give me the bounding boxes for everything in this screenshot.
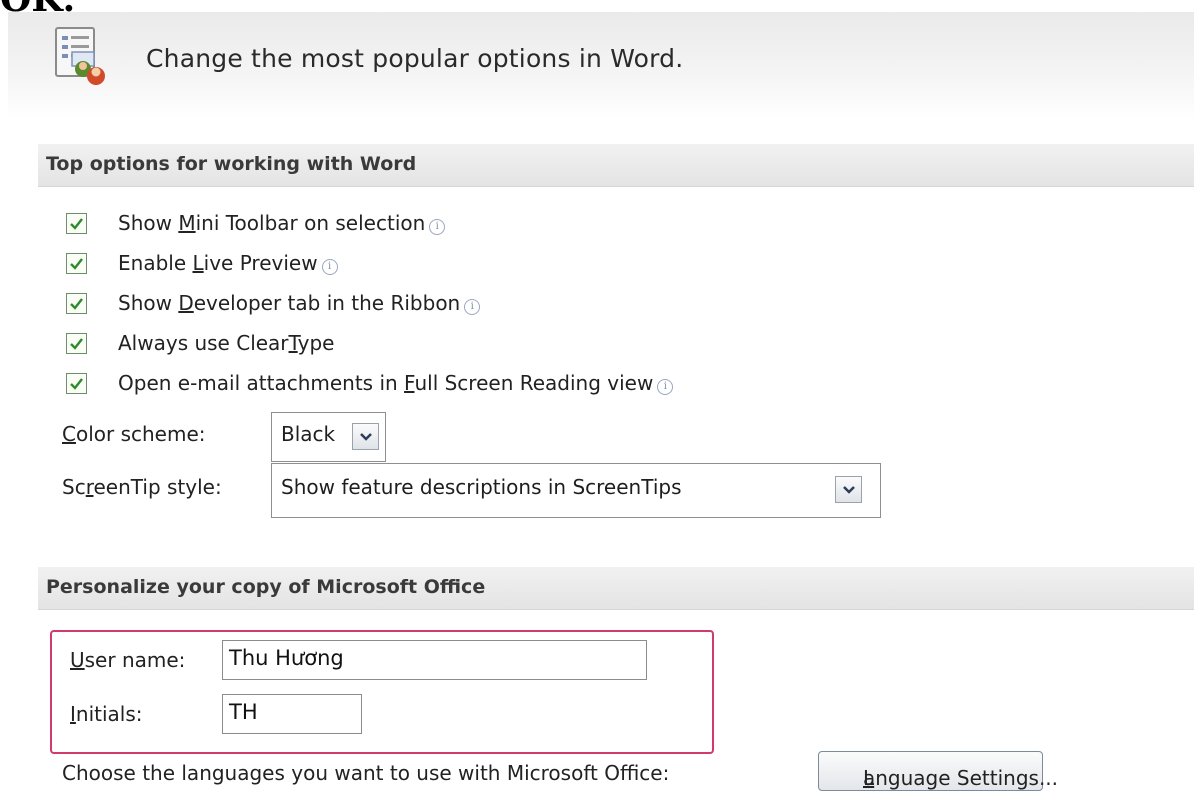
- checkbox[interactable]: [66, 213, 87, 234]
- info-icon: i: [321, 259, 338, 275]
- languages-prompt: Choose the languages you want to use wit…: [62, 761, 670, 785]
- page-heading: Change the most popular options in Word.: [146, 44, 684, 73]
- section-title: Top options for working with Word: [46, 153, 417, 175]
- initials-input[interactable]: TH: [222, 694, 362, 734]
- color-scheme-value: Black: [281, 422, 336, 446]
- info-icon: i: [657, 379, 674, 395]
- checkbox[interactable]: [66, 253, 87, 274]
- checkbox[interactable]: [66, 293, 87, 314]
- checkbox[interactable]: [66, 373, 87, 394]
- option-label: Open e-mail attachments in Full Screen R…: [118, 371, 674, 395]
- option-label: Show Developer tab in the Ribbon i: [118, 291, 481, 315]
- screentip-style-label: ScreenTip style:: [62, 475, 222, 499]
- checkbox[interactable]: [66, 333, 87, 354]
- info-icon: i: [429, 219, 446, 235]
- info-icon: i: [464, 299, 481, 315]
- color-scheme-select[interactable]: Black: [271, 412, 386, 462]
- option-label: Always use ClearType: [118, 331, 335, 355]
- popular-options-icon: [52, 26, 120, 88]
- option-label: Show Mini Toolbar on selection i: [118, 211, 446, 235]
- option-label: Enable Live Preview i: [118, 251, 338, 275]
- user-name-label: User name:: [70, 648, 186, 672]
- chevron-down-icon[interactable]: [835, 476, 862, 503]
- section-title: Personalize your copy of Microsoft Offic…: [46, 576, 486, 598]
- screentip-style-select[interactable]: Show feature descriptions in ScreenTips: [271, 463, 881, 518]
- chevron-down-icon[interactable]: [352, 423, 379, 450]
- color-scheme-label: Color scheme:: [62, 422, 206, 446]
- user-name-input[interactable]: Thu Hương: [222, 640, 647, 680]
- screentip-style-value: Show feature descriptions in ScreenTips: [281, 475, 682, 499]
- initials-label: Initials:: [70, 702, 143, 726]
- section-header-top-options: Top options for working with Word: [38, 144, 1194, 187]
- section-header-personalize: Personalize your copy of Microsoft Offic…: [38, 567, 1194, 610]
- language-settings-button[interactable]: Language Settings...: [818, 751, 1058, 791]
